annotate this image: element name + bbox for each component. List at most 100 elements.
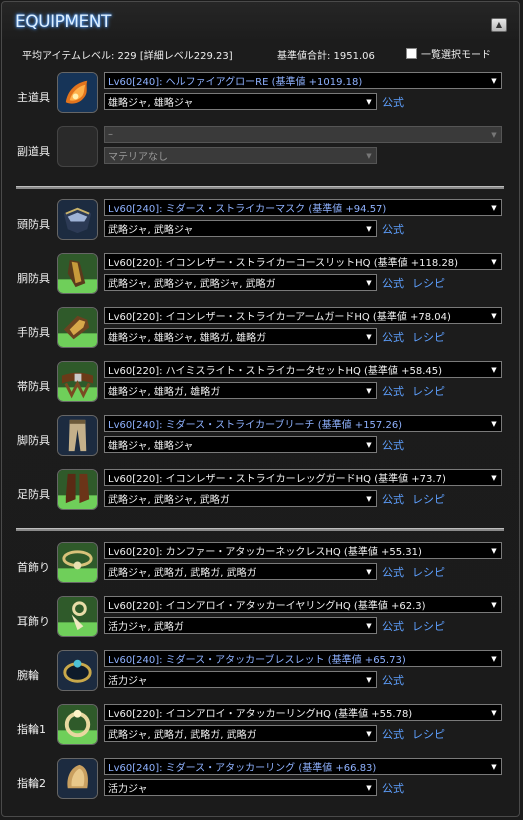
official-link[interactable]: 公式 (382, 383, 404, 399)
official-link[interactable]: 公式 (382, 672, 404, 688)
recipe-link[interactable]: レシピ (412, 383, 445, 399)
slot-feet: 足防具 Lv60[220]: イコンレザー・ストライカーレッグガードHQ (基準… (2, 469, 521, 519)
recipe-link[interactable]: レシピ (412, 564, 445, 580)
materia-select[interactable]: 活力ジャ ▼ (104, 671, 377, 688)
item-select[interactable]: Lv60[220]: イコンアロイ・アタッカーイヤリングHQ (基準値 +62.… (104, 596, 502, 613)
chevron-down-icon: ▼ (362, 491, 376, 506)
recipe-link[interactable]: レシピ (412, 726, 445, 742)
chevron-down-icon: ▼ (362, 564, 376, 579)
chevron-down-icon: ▼ (487, 705, 501, 720)
official-link[interactable]: 公式 (382, 491, 404, 507)
materia-select[interactable]: 武略ジャ, 武略ジャ, 武略ガ ▼ (104, 490, 377, 507)
materia-select[interactable]: 武略ジャ, 武略ジャ ▼ (104, 220, 377, 237)
earring-icon[interactable] (57, 596, 98, 637)
chevron-down-icon: ▼ (362, 726, 376, 741)
slot-label: 足防具 (17, 488, 50, 501)
select-mode-checkbox[interactable] (406, 48, 417, 59)
select-mode-toggle[interactable]: 一覧選択モード (406, 46, 491, 61)
item-select[interactable]: Lv60[220]: ハイミスライト・ストライカータセットHQ (基準値 +58… (104, 361, 502, 378)
ring-icon[interactable] (57, 704, 98, 745)
slot-label: 脚防具 (17, 434, 50, 447)
recipe-link[interactable]: レシピ (412, 275, 445, 291)
chevron-down-icon: ▼ (487, 470, 501, 485)
chevron-down-icon: ▼ (362, 618, 376, 633)
item-select[interactable]: Lv60[220]: イコンアロイ・アタッカーリングHQ (基準値 +55.78… (104, 704, 502, 721)
slot-ears: 耳飾り Lv60[220]: イコンアロイ・アタッカーイヤリングHQ (基準値 … (2, 596, 521, 646)
official-link[interactable]: 公式 (382, 275, 404, 291)
slot-wrist: 腕輪 Lv60[240]: ミダース・アタッカーブレスレット (基準値 +65.… (2, 650, 521, 700)
chevron-down-icon: ▼ (362, 437, 376, 452)
official-link[interactable]: 公式 (382, 94, 404, 110)
item-select[interactable]: Lv60[220]: イコンレザー・ストライカーコースリットHQ (基準値 +1… (104, 253, 502, 270)
mask-icon[interactable] (57, 199, 98, 240)
materia-select[interactable]: 雄略ジャ, 雄略ジャ ▼ (104, 93, 377, 110)
coat-icon[interactable] (57, 253, 98, 294)
chevron-down-icon: ▼ (362, 329, 376, 344)
official-link[interactable]: 公式 (382, 564, 404, 580)
item-select-value: Lv60[220]: カンファー・アタッカーネックレスHQ (基準値 +55.3… (108, 547, 422, 558)
slot-ring2: 指輪2 Lv60[240]: ミダース・アタッカーリング (基準値 +66.83… (2, 758, 521, 808)
bracelet-icon[interactable] (57, 650, 98, 691)
official-link[interactable]: 公式 (382, 618, 404, 634)
flame-gloves-icon[interactable] (57, 72, 98, 113)
official-link[interactable]: 公式 (382, 221, 404, 237)
materia-select[interactable]: マテリアなし ▼ (104, 147, 377, 164)
recipe-link[interactable]: レシピ (412, 329, 445, 345)
official-link[interactable]: 公式 (382, 726, 404, 742)
materia-select[interactable]: 活力ジャ, 武略ガ ▼ (104, 617, 377, 634)
materia-select-value: 活力ジャ (108, 676, 148, 687)
section-divider (16, 186, 504, 189)
slot-label: 手防具 (17, 326, 50, 339)
item-select[interactable]: Lv60[240]: ミダース・アタッカーリング (基準値 +66.83) ▼ (104, 758, 502, 775)
item-select-value: Lv60[220]: イコンアロイ・アタッカーイヤリングHQ (基準値 +62.… (108, 601, 426, 612)
necklace-icon[interactable] (57, 542, 98, 583)
item-select[interactable]: Lv60[240]: ミダース・ストライカーマスク (基準値 +94.57) ▼ (104, 199, 502, 216)
gauntlet-icon[interactable] (57, 307, 98, 348)
item-select[interactable]: Lv60[240]: ヘルファイアグローRE (基準値 +1019.18) ▼ (104, 72, 502, 89)
slot-body: 胴防具 Lv60[220]: イコンレザー・ストライカーコースリットHQ (基準… (2, 253, 521, 303)
materia-select[interactable]: 武略ジャ, 武略ガ, 武略ガ, 武略ガ ▼ (104, 563, 377, 580)
materia-select-value: 雄略ジャ, 雄略ジャ (108, 441, 194, 452)
official-link[interactable]: 公式 (382, 329, 404, 345)
item-select-value: Lv60[240]: ミダース・アタッカーブレスレット (基準値 +65.73) (108, 655, 406, 666)
recipe-link[interactable]: レシピ (412, 618, 445, 634)
item-select[interactable]: Lv60[220]: カンファー・アタッカーネックレスHQ (基準値 +55.3… (104, 542, 502, 559)
section-divider (16, 528, 504, 531)
slot-label: 腕輪 (17, 669, 39, 682)
item-select[interactable]: Lv60[240]: ミダース・ストライカーブリーチ (基準値 +157.26)… (104, 415, 502, 432)
collapse-button[interactable]: ▲ (491, 18, 507, 32)
ring-icon[interactable] (57, 758, 98, 799)
official-link[interactable]: 公式 (382, 780, 404, 796)
chevron-down-icon: ▼ (487, 651, 501, 666)
slot-legs: 脚防具 Lv60[240]: ミダース・ストライカーブリーチ (基準値 +157… (2, 415, 521, 465)
item-select[interactable]: – ▼ (104, 126, 502, 143)
materia-select[interactable]: 活力ジャ ▼ (104, 779, 377, 796)
slot-label: 首飾り (17, 561, 50, 574)
materia-select[interactable]: 雄略ジャ, 雄略ジャ ▼ (104, 436, 377, 453)
belt-icon[interactable] (57, 361, 98, 402)
materia-select[interactable]: 雄略ジャ, 雄略ガ, 雄略ガ ▼ (104, 382, 377, 399)
item-select[interactable]: Lv60[240]: ミダース・アタッカーブレスレット (基準値 +65.73)… (104, 650, 502, 667)
chevron-down-icon: ▼ (362, 221, 376, 236)
official-link[interactable]: 公式 (382, 437, 404, 453)
breeches-icon[interactable] (57, 415, 98, 456)
slot-ring1: 指輪1 Lv60[220]: イコンアロイ・アタッカーリングHQ (基準値 +5… (2, 704, 521, 754)
boots-icon[interactable] (57, 469, 98, 510)
materia-select-value: 武略ジャ, 武略ジャ (108, 225, 194, 236)
slot-hands: 手防具 Lv60[220]: イコンレザー・ストライカーアームガードHQ (基準… (2, 307, 521, 357)
materia-select-value: 武略ジャ, 武略ガ, 武略ガ, 武略ガ (108, 730, 257, 741)
chevron-down-icon: ▼ (487, 308, 501, 323)
materia-select[interactable]: 武略ジャ, 武略ガ, 武略ガ, 武略ガ ▼ (104, 725, 377, 742)
materia-select[interactable]: 雄略ジャ, 雄略ジャ, 雄略ガ, 雄略ガ ▼ (104, 328, 377, 345)
slot-neck: 首飾り Lv60[220]: カンファー・アタッカーネックレスHQ (基準値 +… (2, 542, 521, 592)
item-select[interactable]: Lv60[220]: イコンレザー・ストライカーアームガードHQ (基準値 +7… (104, 307, 502, 324)
chevron-down-icon: ▼ (487, 543, 501, 558)
empty-slot-icon[interactable] (57, 126, 98, 167)
recipe-link[interactable]: レシピ (412, 491, 445, 507)
window-title: EQUIPMENT (15, 12, 111, 32)
item-select[interactable]: Lv60[220]: イコンレザー・ストライカーレッグガードHQ (基準値 +7… (104, 469, 502, 486)
item-select-value: – (108, 129, 113, 140)
materia-select[interactable]: 武略ジャ, 武略ジャ, 武略ジャ, 武略ガ ▼ (104, 274, 377, 291)
materia-select-value: 武略ジャ, 武略ジャ, 武略ガ (108, 495, 230, 506)
item-select-value: Lv60[240]: ミダース・ストライカーマスク (基準値 +94.57) (108, 204, 387, 215)
